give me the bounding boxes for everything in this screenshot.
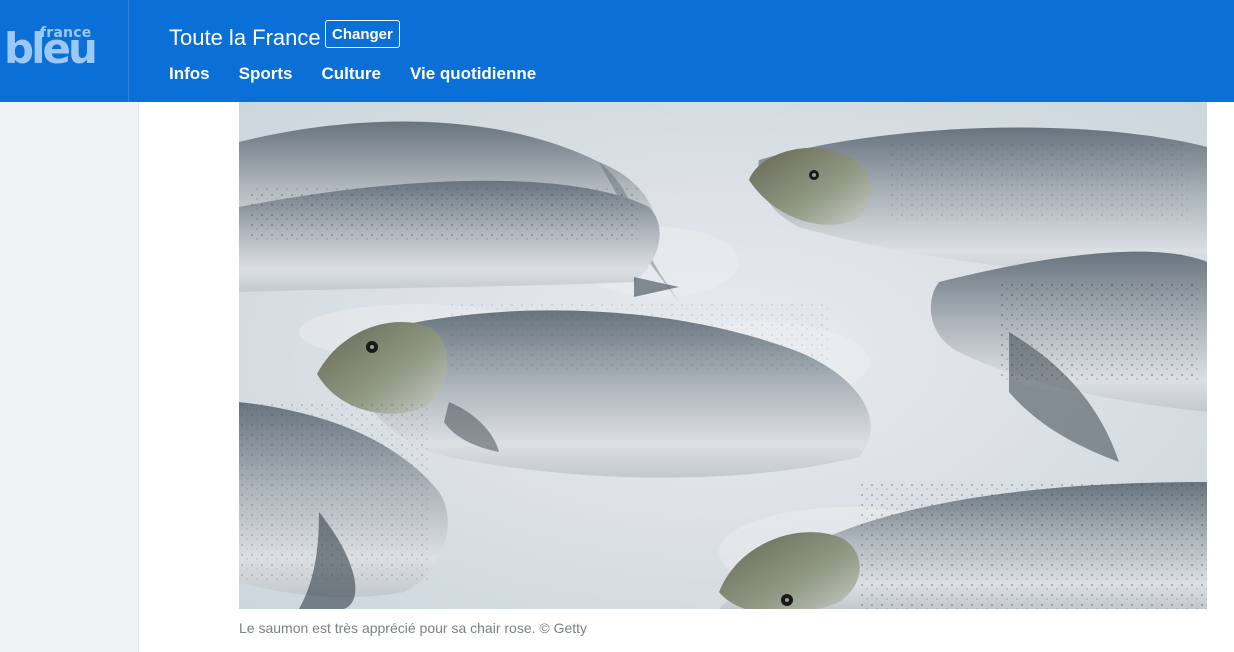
region-title: Toute la France [169, 25, 321, 50]
salmon-on-ice-image [239, 102, 1207, 609]
nav-vie-quotidienne[interactable]: Vie quotidienne [410, 64, 536, 84]
nav-sports[interactable]: Sports [239, 64, 293, 84]
site-header: france bleu Toute la France Changer Info… [0, 0, 1234, 102]
left-rail [0, 102, 139, 652]
photo-caption: Le saumon est très apprécié pour sa chai… [239, 620, 588, 636]
change-region-button[interactable]: Changer [325, 20, 400, 48]
main-nav: Infos Sports Culture Vie quotidienne [169, 64, 536, 84]
article-photo [239, 102, 1207, 609]
nav-infos[interactable]: Infos [169, 64, 210, 84]
logo-link[interactable]: france bleu [0, 0, 129, 102]
logo-bleu-text: bleu [4, 24, 98, 73]
nav-culture[interactable]: Culture [321, 64, 381, 84]
